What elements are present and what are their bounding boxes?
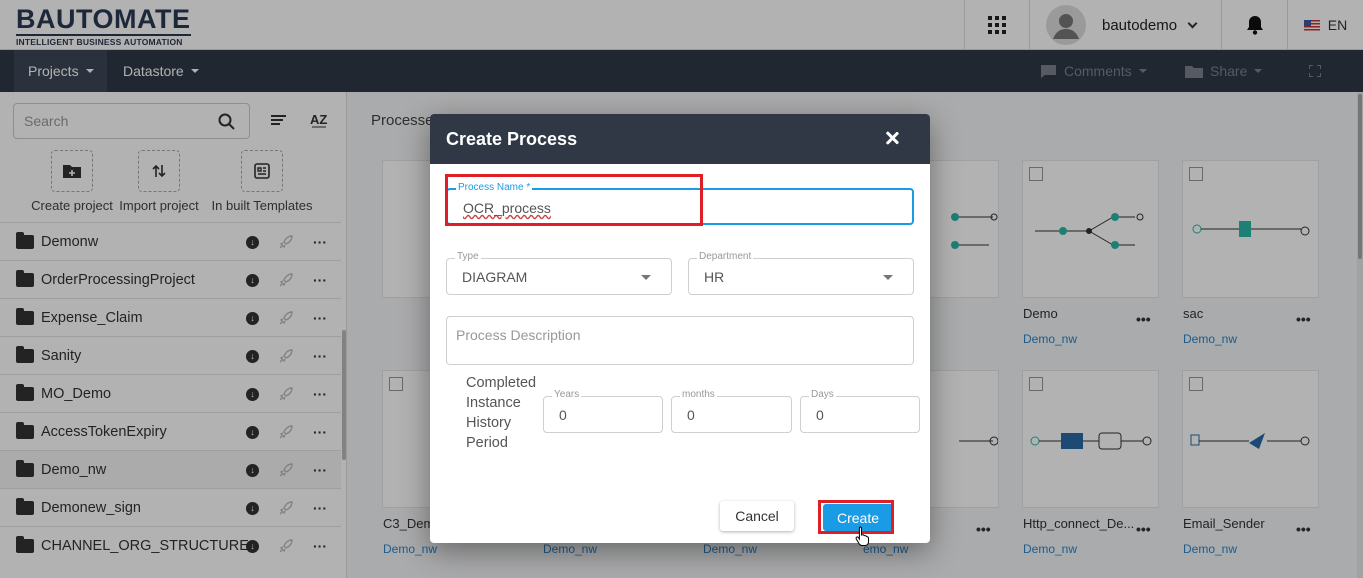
dialog-header: Create Process [430,114,930,164]
highlight-box [445,174,703,226]
years-field[interactable]: Years 0 [543,389,663,433]
caret-down-icon [641,275,651,280]
type-label: Type [455,251,481,262]
years-label: Years [552,389,582,400]
days-label: Days [809,389,836,400]
department-value: HR [704,269,725,285]
days-field[interactable]: Days 0 [800,389,920,433]
cancel-button[interactable]: Cancel [720,501,794,531]
months-label: months [680,389,717,400]
months-input[interactable]: 0 [687,407,695,423]
type-select[interactable]: Type DIAGRAM [446,251,672,295]
years-input[interactable]: 0 [559,407,567,423]
department-select[interactable]: Department HR [688,251,914,295]
create-process-dialog: Create Process Process Name * OCR_proces… [430,114,930,543]
type-value: DIAGRAM [462,269,528,285]
months-field[interactable]: months 0 [671,389,792,433]
dialog-title: Create Process [446,128,578,149]
days-input[interactable]: 0 [816,407,824,423]
hand-cursor-icon [855,526,869,546]
caret-down-icon [883,275,893,280]
department-label: Department [697,251,754,262]
description-placeholder: Process Description [456,327,581,343]
close-icon[interactable] [882,128,902,148]
history-period-label: Completed Instance History Period [466,375,537,451]
description-field[interactable]: Process Description [446,316,914,365]
